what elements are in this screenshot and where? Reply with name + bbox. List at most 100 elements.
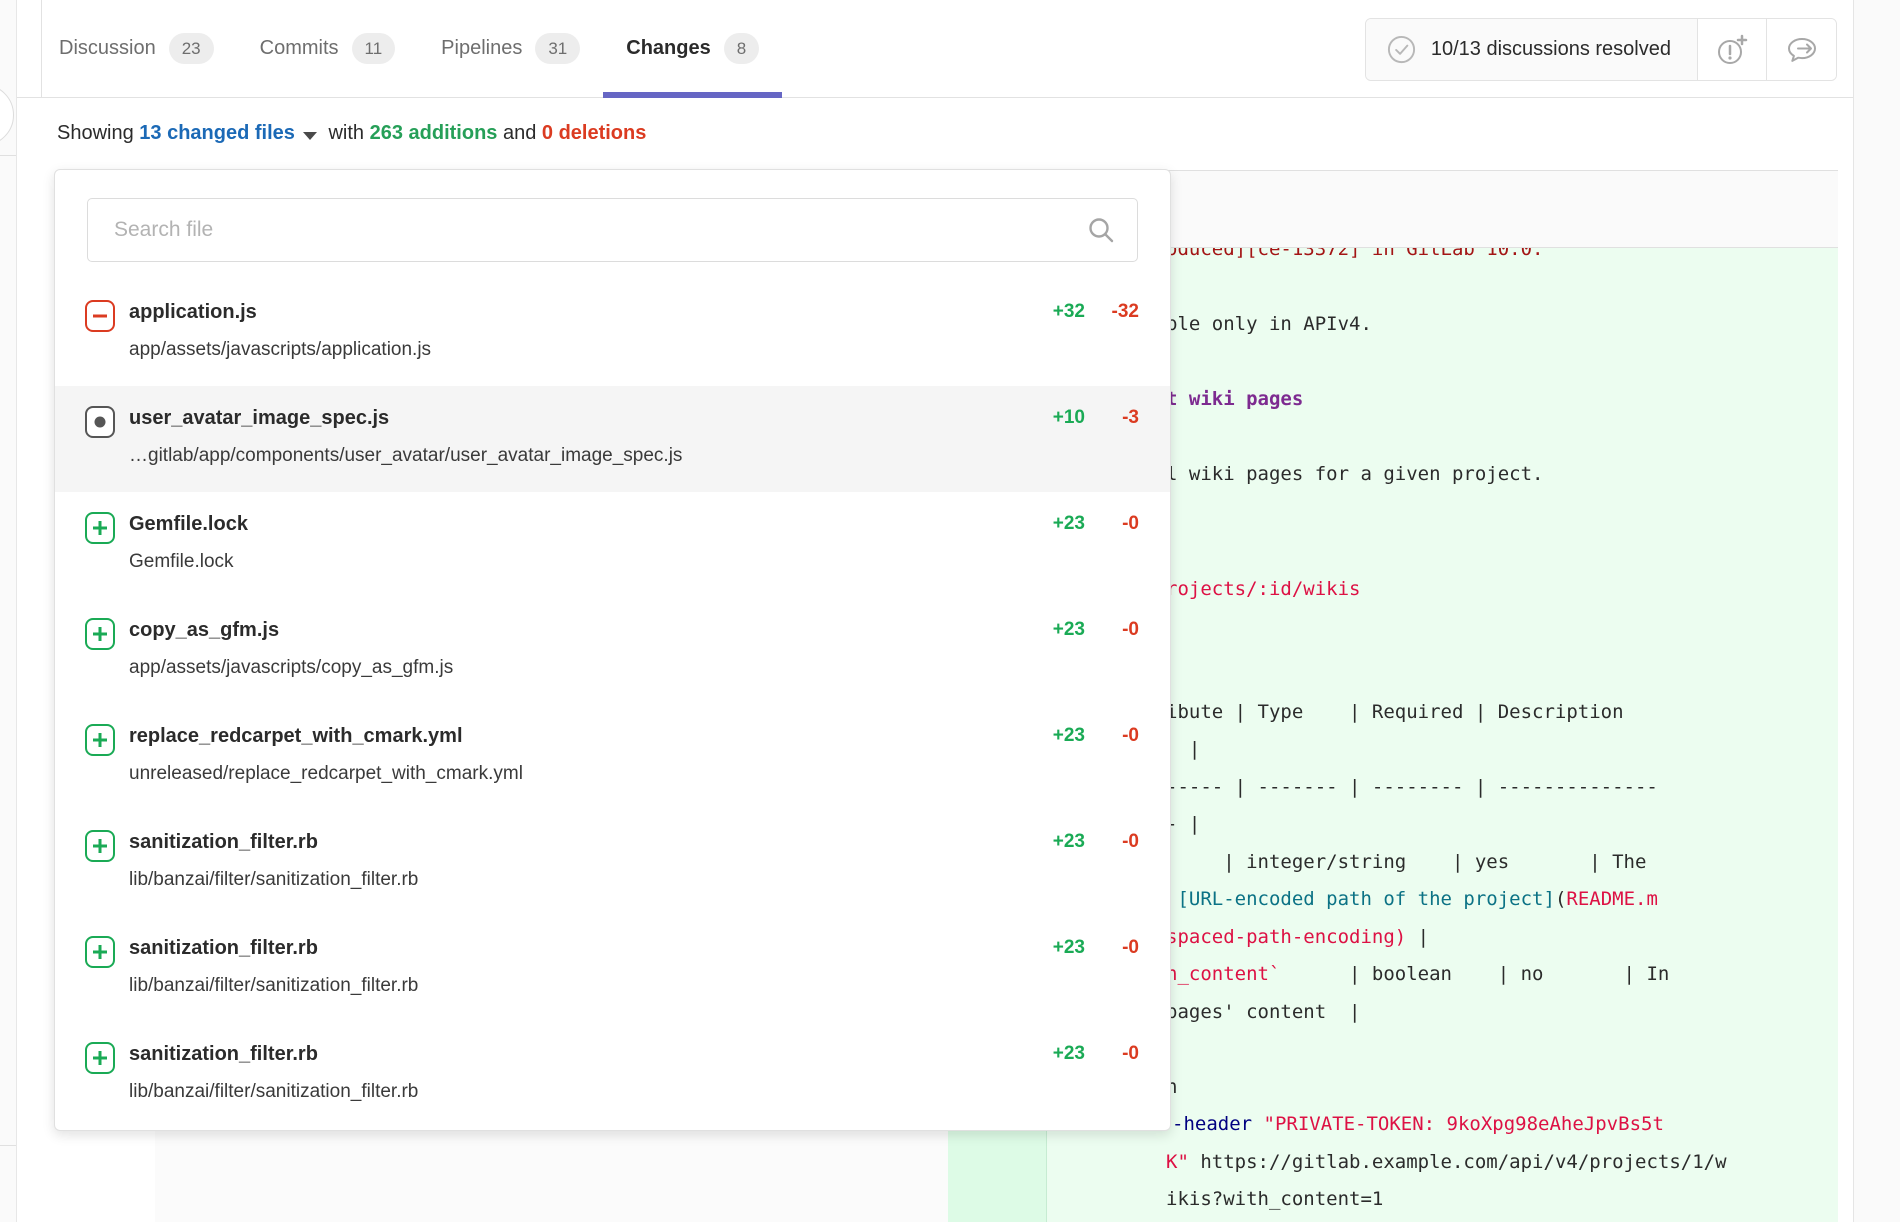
file-path: lib/banzai/filter/sanitization_filter.rb [129, 972, 1025, 1000]
file-additions: +10 [1025, 407, 1085, 429]
discussions-resolved-text: 10/13 discussions resolved [1431, 38, 1671, 61]
diff-code-line: ----- | ------- | -------- | -----------… [1166, 775, 1658, 800]
chevron-down-icon[interactable] [303, 132, 317, 140]
discussions-resolved-status: 10/13 discussions resolved [1366, 19, 1698, 80]
file-additions: +23 [1025, 725, 1085, 747]
diff-code-line: K" https://gitlab.example.com/api/v4/pro… [1166, 1150, 1727, 1175]
resolve-in-new-issue-button[interactable] [1698, 19, 1767, 80]
file-additions: +23 [1025, 513, 1085, 535]
file-path: Gemfile.lock [129, 548, 1025, 576]
diff-code-line: ble only in APIv4. [1166, 312, 1372, 337]
file-search [87, 198, 1138, 262]
rail-divider-top [0, 155, 16, 156]
changed-file-row[interactable]: copy_as_gfm.js app/assets/javascripts/co… [55, 598, 1170, 704]
changed-file-row[interactable]: user_avatar_image_spec.js …gitlab/app/co… [55, 386, 1170, 492]
discussions-resolve-group: 10/13 discussions resolved [1365, 18, 1837, 81]
file-path: app/assets/javascripts/application.js [129, 336, 1025, 364]
tab-changes[interactable]: Changes 8 [603, 0, 782, 97]
plus-file-icon [85, 830, 115, 862]
tab-pipelines-label: Pipelines [441, 37, 522, 60]
summary-additions: 263 additions [370, 122, 498, 145]
summary-and-text: and [497, 122, 541, 145]
tab-discussion-count-badge: 23 [169, 33, 214, 64]
plus-file-icon [85, 618, 115, 650]
file-deletions: -0 [1085, 1043, 1139, 1065]
file-name: sanitization_filter.rb [129, 933, 1025, 963]
changed-file-list: application.js app/assets/javascripts/ap… [55, 280, 1170, 1128]
diff-code-line: spaced-path-encoding) | [1166, 925, 1429, 950]
diff-code-line: [URL-encoded path of the project](README… [1166, 887, 1658, 912]
file-additions: +23 [1025, 937, 1085, 959]
diff-code-line: rojects/:id/wikis [1166, 577, 1360, 602]
diff-code-line: -header "PRIVATE-TOKEN: 9koXpg98eAheJpvB… [1172, 1112, 1664, 1137]
file-deletions: -0 [1085, 725, 1139, 747]
file-name: user_avatar_image_spec.js [129, 403, 1025, 433]
plus-file-icon [85, 1042, 115, 1074]
tab-commits[interactable]: Commits 11 [237, 0, 419, 97]
file-additions: +32 [1025, 301, 1085, 323]
changed-file-row[interactable]: replace_redcarpet_with_cmark.yml unrelea… [55, 704, 1170, 810]
plus-file-icon [85, 724, 115, 756]
file-deletions: -0 [1085, 937, 1139, 959]
diff-code-line: t wiki pages [1166, 387, 1303, 412]
search-file-input[interactable] [87, 198, 1138, 262]
file-additions: +23 [1025, 619, 1085, 641]
changed-file-row[interactable]: sanitization_filter.rb lib/banzai/filter… [55, 916, 1170, 1022]
file-path: lib/banzai/filter/sanitization_filter.rb [129, 866, 1025, 894]
diff-code-line: | [1166, 737, 1200, 762]
summary-with-text: with [323, 122, 370, 145]
diff-code-line: l wiki pages for a given project. [1166, 462, 1544, 487]
tab-commits-label: Commits [260, 37, 339, 60]
diff-code-line: ikis?with_content=1 [1166, 1187, 1383, 1212]
changed-file-row[interactable]: sanitization_filter.rb lib/banzai/filter… [55, 1022, 1170, 1128]
file-name: copy_as_gfm.js [129, 615, 1025, 645]
file-deletions: -0 [1085, 831, 1139, 853]
file-path: …gitlab/app/components/user_avatar/user_… [129, 442, 1025, 470]
page-right-background [1853, 0, 1900, 1222]
summary-deletions: 0 deletions [542, 122, 646, 145]
file-name: replace_redcarpet_with_cmark.yml [129, 721, 1025, 751]
tab-pipelines-count-badge: 31 [535, 33, 580, 64]
tab-changes-count-badge: 8 [724, 33, 759, 64]
file-name: application.js [129, 297, 1025, 327]
tab-changes-label: Changes [626, 37, 710, 60]
file-name: Gemfile.lock [129, 509, 1025, 539]
diff-code-line: ibute | Type | Required | Description [1166, 700, 1624, 725]
file-deletions: -0 [1085, 513, 1139, 535]
file-path: app/assets/javascripts/copy_as_gfm.js [129, 654, 1025, 682]
jump-to-next-discussion-button[interactable] [1767, 19, 1836, 80]
diff-code-line: | integer/string | yes | The [1166, 850, 1646, 875]
changed-files-dropdown-link[interactable]: 13 changed files [139, 122, 295, 145]
tab-discussion-label: Discussion [59, 37, 156, 60]
file-deletions: -0 [1085, 619, 1139, 641]
file-path: lib/banzai/filter/sanitization_filter.rb [129, 1078, 1025, 1106]
new-issue-icon [1715, 33, 1749, 67]
plus-file-icon [85, 936, 115, 968]
diff-code-line: - | [1166, 812, 1200, 837]
plus-file-icon [85, 512, 115, 544]
tab-commits-count-badge: 11 [352, 33, 396, 64]
file-path: unreleased/replace_redcarpet_with_cmark.… [129, 760, 1025, 788]
changed-file-row[interactable]: application.js app/assets/javascripts/ap… [55, 280, 1170, 386]
check-circle-icon [1386, 34, 1417, 65]
diff-code-line: h_content` | boolean | no | In [1166, 962, 1669, 987]
minus-file-icon [85, 300, 115, 332]
changed-file-row[interactable]: Gemfile.lock Gemfile.lock +23 -0 [55, 492, 1170, 598]
tab-pipelines[interactable]: Pipelines 31 [418, 0, 603, 97]
file-additions: +23 [1025, 1043, 1085, 1065]
summary-showing-text: Showing [57, 122, 139, 145]
changed-file-row[interactable]: sanitization_filter.rb lib/banzai/filter… [55, 810, 1170, 916]
changed-files-summary: Showing 13 changed files with 263 additi… [0, 98, 1853, 168]
file-deletions: -3 [1085, 407, 1139, 429]
file-additions: +23 [1025, 831, 1085, 853]
search-icon [1087, 216, 1116, 250]
file-name: sanitization_filter.rb [129, 827, 1025, 857]
changed-files-dropdown-panel: application.js app/assets/javascripts/ap… [54, 169, 1171, 1131]
file-name: sanitization_filter.rb [129, 1039, 1025, 1069]
diff-code-line: pages' content | [1166, 1000, 1360, 1025]
left-page-rail [0, 0, 17, 1222]
tab-discussion[interactable]: Discussion 23 [59, 0, 237, 97]
dot-file-icon [85, 406, 115, 438]
comment-next-icon [1784, 33, 1820, 67]
file-deletions: -32 [1085, 301, 1139, 323]
